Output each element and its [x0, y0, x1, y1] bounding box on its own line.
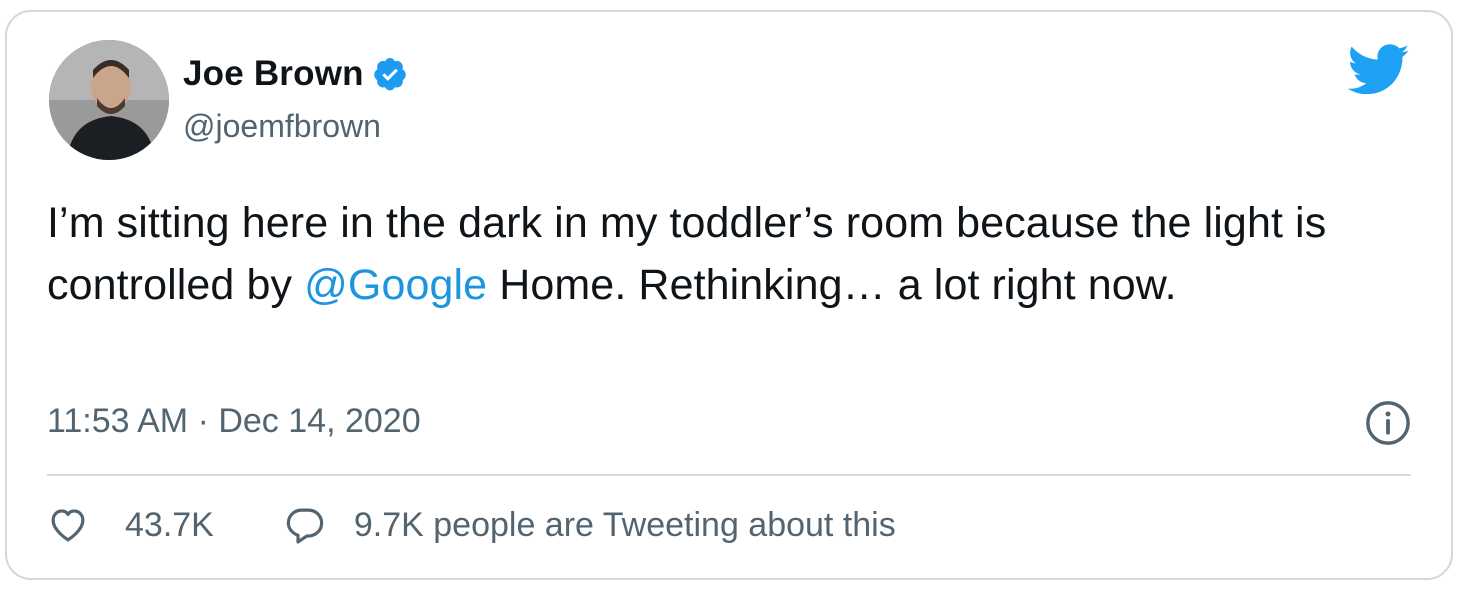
heart-icon	[51, 509, 85, 542]
tweet-text: I’m sitting here in the dark in my toddl…	[47, 192, 1427, 316]
twitter-bird-icon[interactable]	[1347, 44, 1411, 96]
tweet-actions: 43.7K 9.7K people are Tweeting about thi…	[47, 504, 896, 546]
tweet-timestamp[interactable]: 11:53 AM · Dec 14, 2020	[47, 402, 421, 441]
verified-badge-icon	[373, 57, 406, 91]
speech-bubble-icon	[286, 508, 324, 544]
divider	[47, 474, 1411, 476]
tweet-card[interactable]: Joe Brown @joemfbrown I’m sitting here i…	[5, 10, 1453, 580]
tweet-text-part: Home. Rethinking… a lot right now.	[487, 261, 1177, 309]
conversation-count: 9.7K people are Tweeting about this	[353, 505, 896, 544]
like-button[interactable]: 43.7K	[47, 504, 214, 546]
mention-link[interactable]: @Google	[304, 261, 487, 309]
author-name[interactable]: Joe Brown	[183, 54, 364, 94]
conversation-button[interactable]: 9.7K people are Tweeting about this	[284, 504, 896, 546]
author-handle[interactable]: @joemfbrown	[183, 108, 381, 145]
avatar[interactable]	[49, 40, 169, 160]
info-icon[interactable]	[1365, 400, 1411, 446]
like-count: 43.7K	[125, 505, 214, 544]
